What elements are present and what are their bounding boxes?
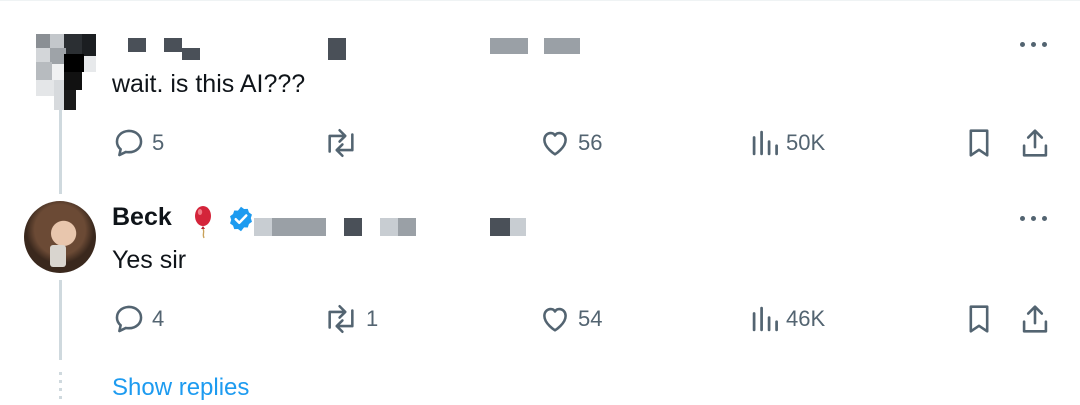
- share-button[interactable]: [1020, 126, 1050, 160]
- repost-arrows-icon: [328, 304, 354, 334]
- redacted-handle-block: [344, 218, 362, 236]
- verified-badge-icon[interactable]: [227, 205, 255, 233]
- bookmark-button[interactable]: [964, 302, 994, 336]
- tweet-text: Yes sir: [112, 246, 187, 274]
- share-upload-icon: [1022, 305, 1048, 333]
- share-button[interactable]: [1020, 302, 1050, 336]
- views-button[interactable]: 46K: [750, 302, 825, 336]
- redacted-name-block: [128, 38, 146, 52]
- heart-icon: [543, 307, 567, 332]
- views-count: 50K: [786, 130, 826, 155]
- views-count: 46K: [786, 306, 826, 331]
- bar-chart-icon: [752, 306, 778, 332]
- redacted-handle-block: [254, 218, 272, 236]
- redacted-handle-block: [328, 38, 346, 60]
- redacted-handle-block: [490, 38, 528, 54]
- redacted-handle-block: [272, 218, 326, 236]
- redacted-handle-block: [398, 218, 416, 236]
- top-divider: [0, 0, 1080, 1]
- balloon-emoji-icon: [195, 206, 211, 239]
- action-bar: 4 1 54 46K: [0, 302, 1080, 338]
- author-name[interactable]: Beck: [112, 203, 172, 232]
- redacted-name-block: [164, 38, 182, 52]
- like-count: 54: [578, 306, 603, 331]
- avatar-redacted[interactable]: [36, 34, 96, 110]
- phone-in-photo: [50, 245, 66, 267]
- more-dots-icon[interactable]: [1020, 39, 1048, 49]
- repost-button[interactable]: [322, 126, 366, 160]
- share-upload-icon: [1022, 129, 1048, 157]
- reply-count: 5: [152, 130, 165, 155]
- views-button[interactable]: 50K: [750, 126, 825, 160]
- more-dots-icon[interactable]: [1020, 213, 1048, 223]
- heart-icon: [543, 131, 567, 156]
- like-count: 56: [578, 130, 603, 155]
- bookmark-button[interactable]: [964, 126, 994, 160]
- reply-count: 4: [152, 306, 165, 331]
- reply-button[interactable]: 4: [112, 302, 164, 336]
- redacted-handle-block: [490, 218, 510, 236]
- bar-chart-icon: [752, 130, 778, 156]
- redacted-handle-block: [544, 38, 580, 54]
- repost-arrows-icon: [328, 128, 354, 158]
- bookmark-icon: [969, 305, 989, 333]
- bookmark-icon: [969, 129, 989, 157]
- like-button[interactable]: 56: [538, 126, 602, 160]
- action-bar: 5 56 50K: [0, 126, 1080, 162]
- reply-button[interactable]: 5: [112, 126, 164, 160]
- redacted-handle-block: [510, 218, 526, 236]
- tweet-text: wait. is this AI???: [112, 70, 306, 98]
- avatar[interactable]: [24, 201, 96, 273]
- redacted-handle-block: [380, 218, 398, 236]
- repost-button[interactable]: 1: [322, 302, 378, 336]
- repost-count: 1: [366, 306, 379, 331]
- speech-bubble-icon: [115, 305, 143, 333]
- show-replies-link[interactable]: Show replies: [112, 374, 249, 402]
- thread-line-dotted: [59, 372, 62, 404]
- like-button[interactable]: 54: [538, 302, 602, 336]
- speech-bubble-icon: [115, 129, 143, 157]
- redacted-name-block: [182, 48, 200, 60]
